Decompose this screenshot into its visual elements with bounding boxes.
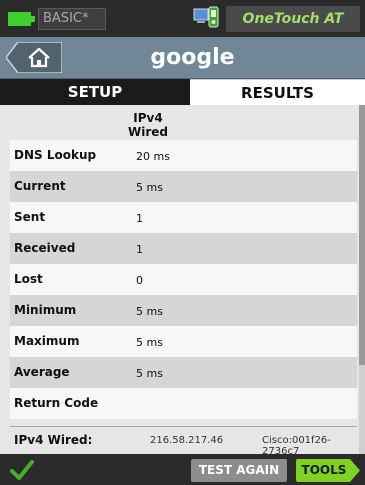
result-row-sent: Sent 1 [10,202,357,233]
row-label: Sent [14,210,46,224]
result-row-lost: Lost 0 [10,264,357,295]
row-label: Maximum [14,334,80,348]
check-icon [10,460,34,480]
row-label: Current [14,179,66,193]
scrollbar-thumb[interactable] [359,105,365,365]
profile-name[interactable]: BASIC* [38,8,106,30]
column-header-line2: Wired [128,125,168,139]
result-row-return-code: Return Code [10,388,357,419]
gateway-mac: Cisco:001f26-2736c7 [262,435,331,454]
row-value: 1 [136,243,143,256]
tab-bar: SETUP RESULTS [0,79,365,105]
interface-label: IPv4 Wired: [14,433,93,447]
row-label: Return Code [14,396,99,410]
network-link-icon[interactable] [193,6,219,30]
home-button[interactable] [6,42,62,73]
result-row-current: Current 5 ms [10,171,357,202]
row-value: 5 ms [136,336,163,349]
column-header: IPv4 Wired [113,111,183,139]
bottom-bar: TEST AGAIN TOOLS [0,454,365,485]
page-title: google [150,45,235,70]
row-value: 5 ms [136,181,163,194]
row-value: 20 ms [136,150,170,163]
resolved-ip: 216.58.217.46 [150,435,224,446]
status-bar: BASIC* OneTouch AT 10G [0,0,365,53]
row-value: 5 ms [136,305,163,318]
result-row-maximum: Maximum 5 ms [10,326,357,357]
results-panel: IPv4 Wired DNS Lookup 20 ms Current 5 ms… [0,105,359,454]
result-row-dns-lookup: DNS Lookup 20 ms [10,140,357,171]
row-label: Average [14,365,70,379]
tools-button[interactable]: TOOLS [296,459,360,482]
column-header-line1: IPv4 [133,111,163,125]
divider [10,426,357,427]
row-label: Received [14,241,76,255]
battery-tip [31,16,35,22]
row-label: Lost [14,272,43,286]
row-value: 5 ms [136,367,163,380]
test-again-button[interactable]: TEST AGAIN [191,459,287,482]
title-bar: google [0,37,365,79]
result-row-average: Average 5 ms [10,357,357,388]
row-label: DNS Lookup [14,148,97,162]
result-row-minimum: Minimum 5 ms [10,295,357,326]
battery-icon [8,12,31,26]
row-value: 0 [136,274,143,287]
tab-results[interactable]: RESULTS [190,79,365,105]
result-row-received: Received 1 [10,233,357,264]
tab-setup[interactable]: SETUP [0,79,190,105]
results-scrollbar[interactable] [359,105,365,454]
tools-button-label: TOOLS [301,463,347,477]
row-value: 1 [136,212,143,225]
row-label: Minimum [14,303,77,317]
device-name: OneTouch AT 10G [226,6,360,53]
